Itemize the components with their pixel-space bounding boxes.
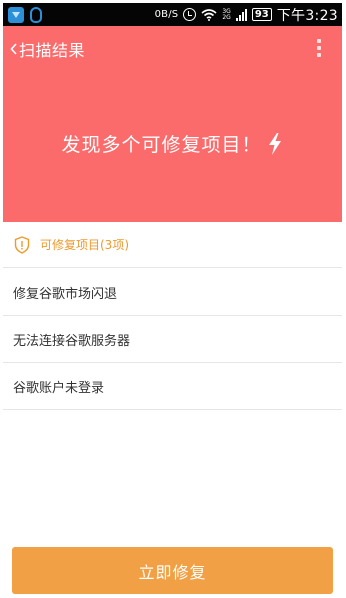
status-bar-notifications xyxy=(3,6,42,23)
shield-warning-icon xyxy=(14,235,30,254)
status-bar-system: 0B/S 3G 2G 93 下午3:23 xyxy=(155,3,338,26)
chevron-left-icon[interactable] xyxy=(3,26,17,72)
headline-text: 发现多个可修复项目！ xyxy=(61,134,262,156)
phone-screen: 0B/S 3G 2G 93 下午3:23 扫描结果 发现多个可修复项目！ 可修复… xyxy=(3,3,342,596)
network-type-bottom: 2G xyxy=(222,13,231,21)
action-bar: 扫描结果 xyxy=(3,26,342,72)
notification-app-icon xyxy=(8,6,24,23)
network-speed: 0B/S xyxy=(154,9,179,20)
network-type-indicator: 3G 2G xyxy=(222,8,231,21)
status-clock: 下午3:23 xyxy=(276,7,338,24)
fixable-items-header: 可修复项目(3项) xyxy=(3,222,342,268)
qq-penguin-icon xyxy=(30,6,42,23)
list-item-label: 无法连接谷歌服务器 xyxy=(13,333,131,349)
list-item-label: 谷歌账户未登录 xyxy=(13,380,105,396)
more-vertical-icon[interactable] xyxy=(317,39,321,57)
alarm-clock-icon xyxy=(183,8,197,21)
list-item[interactable]: 谷歌账户未登录 xyxy=(3,363,342,410)
signal-strength-icon xyxy=(235,8,247,21)
list-item-label: 修复谷歌市场闪退 xyxy=(13,286,118,302)
fixable-items-label: 可修复项目(3项) xyxy=(40,238,129,252)
list-item[interactable]: 修复谷歌市场闪退 xyxy=(3,269,342,316)
fix-now-button-label: 立即修复 xyxy=(138,562,207,582)
scan-headline: 发现多个可修复项目！ xyxy=(3,130,342,157)
page-title[interactable]: 扫描结果 xyxy=(17,37,85,61)
scan-result-header: 扫描结果 发现多个可修复项目！ xyxy=(3,26,342,222)
wifi-icon xyxy=(201,8,217,21)
status-bar: 0B/S 3G 2G 93 下午3:23 xyxy=(3,3,342,26)
fix-now-button[interactable]: 立即修复 xyxy=(12,547,333,594)
battery-level: 93 xyxy=(251,8,272,21)
list-item[interactable]: 无法连接谷歌服务器 xyxy=(3,316,342,363)
lightning-bolt-icon xyxy=(268,132,281,155)
